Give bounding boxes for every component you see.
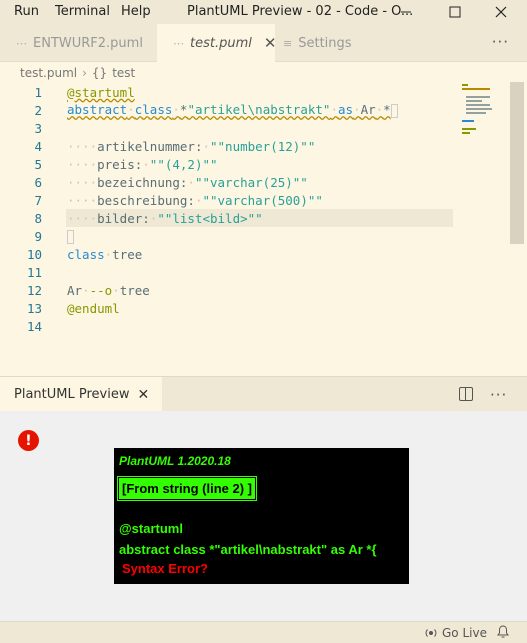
dots-file-icon: ⋯ bbox=[173, 36, 184, 50]
code-line: 13 @enduml bbox=[0, 299, 460, 317]
code-text: @enduml bbox=[67, 300, 120, 316]
code-line: 12 Ar·--o·tree bbox=[0, 281, 460, 299]
editor-scrollbar[interactable] bbox=[510, 82, 524, 244]
settings-file-icon: ≡ bbox=[283, 36, 293, 50]
close-icon bbox=[495, 6, 507, 18]
code-editor[interactable]: 1 @startuml 2 abstract·class·*"artikel\n… bbox=[0, 82, 527, 376]
minimize-button[interactable] bbox=[386, 0, 426, 24]
breadcrumb-symbol[interactable]: test bbox=[112, 66, 135, 80]
dots-file-icon: ⋯ bbox=[16, 36, 27, 50]
line-number: 5 bbox=[34, 156, 42, 172]
code-line: 4 ····artikelnummer:·""number(12)"" bbox=[0, 137, 460, 155]
code-line: 6 ····bezeichnung:·""varchar(25)"" bbox=[0, 173, 460, 191]
current-line-highlight: ····bilder:·""list<bild>"" bbox=[66, 209, 453, 227]
source-line-2: abstract class *"artikel\nabstrakt" as A… bbox=[119, 542, 377, 557]
preview-panel-header: PlantUML Preview ✕ ··· bbox=[0, 376, 527, 412]
line-number: 4 bbox=[34, 138, 42, 154]
code-text bbox=[67, 228, 74, 244]
code-text: ····bilder:·""list<bild>"" bbox=[67, 210, 263, 226]
error-location: [From string (line 2) ] bbox=[117, 476, 257, 501]
line-number: 1 bbox=[34, 84, 42, 100]
maximize-button[interactable] bbox=[435, 0, 475, 24]
code-line: 3 bbox=[0, 119, 460, 137]
menu-terminal[interactable]: Terminal bbox=[55, 4, 110, 19]
breadcrumb-file[interactable]: test.puml bbox=[20, 66, 77, 80]
line-number: 7 bbox=[34, 192, 42, 208]
code-text: Ar·--o·tree bbox=[67, 282, 150, 298]
go-live-label: Go Live bbox=[442, 626, 487, 640]
source-line-1: @startuml bbox=[119, 521, 183, 536]
line-number: 13 bbox=[26, 300, 42, 316]
code-line: 11 bbox=[0, 263, 460, 281]
braces-icon: {} bbox=[91, 66, 108, 80]
code-line: 5 ····preis:·""(4,2)"" bbox=[0, 155, 460, 173]
line-number: 10 bbox=[26, 246, 42, 262]
code-text: class·tree bbox=[67, 246, 143, 262]
title-bar: Run Terminal Help PlantUML Preview - 02 … bbox=[0, 0, 527, 24]
code-text: abstract·class·*"artikel\nabstrakt"·as·A… bbox=[67, 102, 398, 118]
status-bar: Go Live bbox=[0, 621, 527, 643]
broadcast-icon bbox=[425, 629, 437, 637]
more-actions-icon[interactable]: ··· bbox=[490, 386, 507, 404]
tab-label: Settings bbox=[298, 35, 352, 51]
line-number: 11 bbox=[26, 264, 42, 280]
minimize-icon bbox=[401, 11, 411, 13]
tab-plantuml-preview[interactable]: PlantUML Preview ✕ bbox=[0, 377, 162, 412]
code-text: ····bezeichnung:·""varchar(25)"" bbox=[67, 174, 308, 190]
code-line: 1 @startuml bbox=[0, 83, 460, 101]
code-text: ····artikelnummer:·""number(12)"" bbox=[67, 138, 316, 154]
tab-label: ENTWURF2.puml bbox=[33, 35, 143, 51]
line-number: 14 bbox=[26, 318, 42, 334]
code-line: 14 bbox=[0, 317, 460, 335]
line-number: 6 bbox=[34, 174, 42, 190]
line-number: 2 bbox=[34, 102, 42, 118]
tab-entwurf2[interactable]: ⋯ ENTWURF2.puml bbox=[0, 24, 157, 62]
go-live-button[interactable]: Go Live bbox=[424, 626, 487, 640]
syntax-error-text: Syntax Error? bbox=[122, 561, 208, 576]
split-editor-icon[interactable] bbox=[459, 387, 473, 401]
code-text: @startuml bbox=[67, 84, 135, 100]
chevron-right-icon: › bbox=[82, 66, 87, 80]
minimap[interactable] bbox=[460, 82, 512, 142]
line-number: 9 bbox=[34, 228, 42, 244]
window-title: PlantUML Preview - 02 - Code - O... bbox=[187, 4, 414, 19]
plantuml-preview: ! PlantUML 1.2020.18 [From string (line … bbox=[0, 411, 527, 621]
tab-test-puml[interactable]: ⋯ test.puml ✕ bbox=[157, 24, 276, 62]
plantuml-version: PlantUML 1.2020.18 bbox=[119, 454, 231, 468]
code-line: 2 abstract·class·*"artikel\nabstrakt"·as… bbox=[0, 101, 460, 119]
error-diagram: PlantUML 1.2020.18 [From string (line 2)… bbox=[114, 448, 409, 584]
close-tab-icon[interactable]: ✕ bbox=[137, 387, 149, 403]
notifications-bell-icon[interactable] bbox=[497, 625, 509, 641]
tab-label: test.puml bbox=[190, 35, 252, 51]
menu-run[interactable]: Run bbox=[14, 4, 39, 19]
maximize-icon bbox=[449, 6, 461, 18]
line-number: 3 bbox=[34, 120, 42, 136]
breadcrumb: test.puml › {} test bbox=[0, 62, 527, 84]
menu-help[interactable]: Help bbox=[121, 4, 151, 19]
error-icon: ! bbox=[18, 430, 39, 451]
more-actions-icon[interactable]: ··· bbox=[492, 33, 509, 51]
editor-tab-bar: ⋯ ENTWURF2.puml ⋯ test.puml ✕ ≡ Settings… bbox=[0, 24, 527, 62]
line-number: 8 bbox=[34, 210, 42, 226]
code-text: ····preis:·""(4,2)"" bbox=[67, 156, 218, 172]
tab-settings[interactable]: ≡ Settings bbox=[275, 24, 395, 62]
panel-tab-label: PlantUML Preview bbox=[14, 387, 130, 402]
code-line: 10 class·tree bbox=[0, 245, 460, 263]
code-text: ····beschreibung:·""varchar(500)"" bbox=[67, 192, 323, 208]
close-window-button[interactable] bbox=[481, 0, 521, 24]
code-line: 9 bbox=[0, 227, 460, 245]
code-line: 7 ····beschreibung:·""varchar(500)"" bbox=[0, 191, 460, 209]
line-number: 12 bbox=[26, 282, 42, 298]
